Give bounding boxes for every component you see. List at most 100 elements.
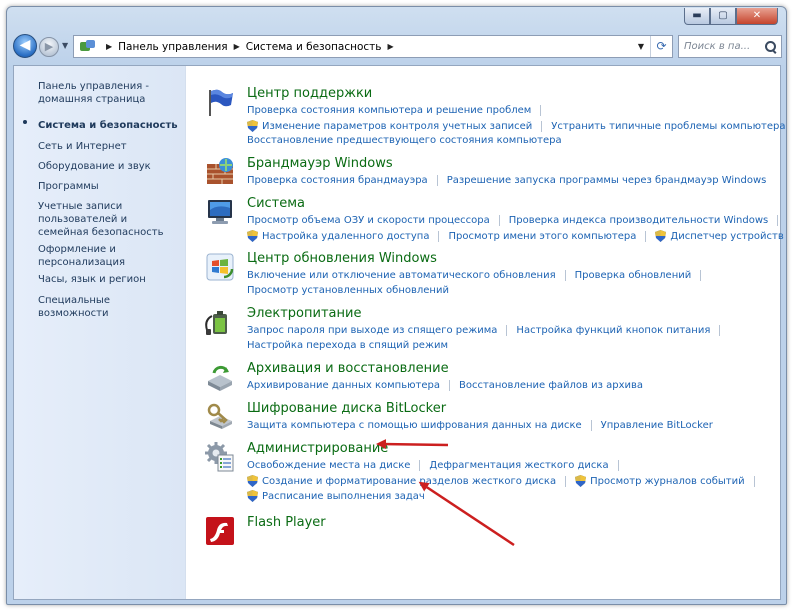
category-title[interactable]: Архивация и восстановление (247, 361, 449, 376)
link-row: Включение или отключение автоматического… (247, 270, 710, 281)
bitlocker-icon[interactable] (204, 401, 236, 433)
link-divider (700, 270, 702, 281)
flash-player-icon[interactable] (204, 515, 236, 547)
active-bullet-icon (23, 120, 27, 124)
task-link[interactable]: Просмотр объема ОЗУ и скорости процессор… (247, 215, 490, 226)
system-icon[interactable] (204, 196, 236, 228)
sidebar-item-clock-region[interactable]: Часы, язык и регион (38, 273, 178, 286)
task-link[interactable]: Настройка функций кнопок питания (516, 325, 710, 336)
power-icon[interactable] (204, 306, 236, 338)
category-title[interactable]: Электропитание (247, 306, 361, 321)
maximize-button[interactable]: ▢ (710, 8, 736, 25)
flag-icon[interactable] (204, 86, 236, 118)
uac-shield-icon (247, 120, 258, 132)
link-divider (540, 105, 542, 116)
category-title[interactable]: Система (247, 196, 305, 211)
link-row: Просмотр установленных обновлений (247, 285, 449, 296)
task-link[interactable]: Управление BitLocker (601, 420, 713, 431)
task-link[interactable]: Создание и форматирование разделов жестк… (262, 476, 556, 487)
link-row: Запрос пароля при выходе из спящего режи… (247, 325, 729, 336)
category-title[interactable]: Брандмауэр Windows (247, 156, 393, 171)
close-button[interactable]: ✕ (736, 8, 778, 25)
sidebar-item-accessibility[interactable]: Специальные возможности (38, 294, 178, 320)
link-divider (506, 325, 508, 336)
back-button[interactable]: ◀ (13, 34, 37, 58)
task-link[interactable]: Включение или отключение автоматического… (247, 270, 556, 281)
task-link[interactable]: Проверка индекса производительности Wind… (509, 215, 768, 226)
link-row: Архивирование данных компьютера Восстано… (247, 380, 643, 391)
admin-tools-icon[interactable] (204, 441, 236, 473)
firewall-icon[interactable] (204, 156, 236, 188)
address-dropdown-icon[interactable]: ▼ (632, 42, 650, 51)
windows-update-icon[interactable] (204, 251, 236, 283)
recent-pages-dropdown[interactable]: ▼ (62, 41, 68, 50)
breadcrumb-separator-icon[interactable]: ▶ (106, 42, 112, 51)
task-link[interactable]: Восстановление предшествующего состояния… (247, 135, 562, 146)
task-link[interactable]: Проверка состояния брандмауэра (247, 175, 428, 186)
task-link[interactable]: Запрос пароля при выходе из спящего режи… (247, 325, 497, 336)
sidebar-item-programs[interactable]: Программы (38, 180, 178, 193)
sidebar-item-network[interactable]: Сеть и Интернет (38, 140, 178, 153)
link-row: Настройка перехода в спящий режим (247, 340, 448, 351)
breadcrumb-system-security[interactable]: Система и безопасность (246, 41, 382, 53)
search-icon[interactable] (765, 40, 777, 53)
link-divider (436, 175, 438, 186)
sidebar-home-link[interactable]: Панель управления - домашняя страница (38, 80, 178, 106)
task-link[interactable]: Расписание выполнения задач (262, 491, 425, 502)
link-row: Настройка удаленного доступа Просмотр им… (247, 230, 784, 242)
sidebar-item-hardware[interactable]: Оборудование и звук (38, 160, 178, 173)
breadcrumb-control-panel[interactable]: Панель управления (118, 41, 227, 53)
navigation-bar: ◀ ▶ ▼ ▶ Панель управления ▶ Система и бе… (13, 33, 782, 61)
link-divider (541, 120, 543, 132)
link-row: Восстановление предшествующего состояния… (247, 135, 562, 146)
task-link[interactable]: Проверка состояния компьютера и решение … (247, 105, 531, 116)
sidebar-item-appearance[interactable]: Оформление и персонализация (38, 243, 178, 269)
category-title[interactable]: Шифрование диска BitLocker (247, 401, 446, 416)
link-divider (438, 230, 440, 242)
link-row: Создание и форматирование разделов жестк… (247, 475, 764, 487)
main-panel: Центр поддержки Проверка состояния компь… (204, 66, 786, 599)
category-title[interactable]: Flash Player (247, 515, 326, 530)
link-row: Проверка состояния брандмауэра Разрешени… (247, 175, 766, 186)
address-bar[interactable]: ▶ Панель управления ▶ Система и безопасн… (73, 35, 673, 58)
task-link[interactable]: Диспетчер устройств (670, 231, 783, 242)
breadcrumb-separator-icon[interactable]: ▶ (234, 42, 240, 51)
task-link[interactable]: Восстановление файлов из архива (459, 380, 643, 391)
content-area: Панель управления - домашняя страница Си… (13, 65, 786, 600)
task-link[interactable]: Проверка обновлений (575, 270, 692, 281)
minimize-button[interactable]: ▬ (684, 8, 710, 25)
uac-shield-icon (655, 230, 667, 242)
link-divider (419, 460, 421, 471)
sidebar-item-system-security[interactable]: Система и безопасность (38, 119, 178, 132)
task-link[interactable]: Просмотр имени этого компьютера (448, 231, 636, 242)
category-title[interactable]: Центр обновления Windows (247, 251, 437, 266)
explorer-window: ▬ ▢ ✕ ◀ ▶ ▼ ▶ Панель управления ▶ Систем… (6, 6, 787, 605)
task-link[interactable]: Устранить типичные проблемы компьютера (551, 121, 785, 132)
task-link[interactable]: Просмотр журналов событий (590, 476, 745, 487)
task-link[interactable]: Изменение параметров контроля учетных за… (262, 121, 532, 132)
task-link[interactable]: Защита компьютера с помощью шифрования д… (247, 420, 582, 431)
link-row: Освобождение места на диске Дефрагментац… (247, 460, 628, 471)
task-link[interactable]: Освобождение места на диске (247, 460, 410, 471)
breadcrumb-separator-icon[interactable]: ▶ (388, 42, 394, 51)
search-placeholder[interactable]: Поиск в па... (684, 41, 750, 52)
refresh-button[interactable]: ⟳ (650, 36, 672, 57)
backup-icon[interactable] (204, 361, 236, 393)
category-title[interactable]: Администрирование (247, 441, 388, 456)
uac-shield-icon (575, 475, 587, 487)
link-divider (565, 475, 567, 487)
caption-buttons: ▬ ▢ ✕ (684, 8, 778, 25)
task-link[interactable]: Просмотр установленных обновлений (247, 285, 449, 296)
task-link[interactable]: Настройка перехода в спящий режим (247, 340, 448, 351)
sidebar-item-user-accounts[interactable]: Учетные записи пользователей и семейная … (38, 200, 178, 239)
forward-button[interactable]: ▶ (39, 37, 59, 57)
task-link[interactable]: Настройка удаленного доступа (262, 231, 429, 242)
link-divider (777, 215, 779, 226)
search-box[interactable]: Поиск в па... (678, 35, 782, 58)
task-link[interactable]: Разрешение запуска программы через бранд… (447, 175, 767, 186)
category-title[interactable]: Центр поддержки (247, 86, 372, 101)
task-link[interactable]: Архивирование данных компьютера (247, 380, 440, 391)
link-divider (719, 325, 721, 336)
task-link[interactable]: Дефрагментация жесткого диска (429, 460, 608, 471)
link-row: Расписание выполнения задач (247, 490, 425, 502)
